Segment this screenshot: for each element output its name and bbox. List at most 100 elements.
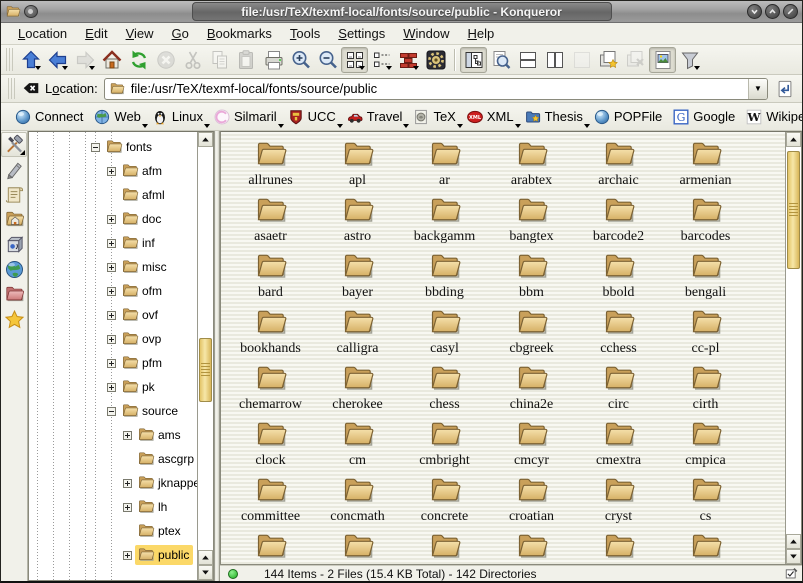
toolbar-handle[interactable] — [6, 48, 14, 71]
tree-item-ovp[interactable]: ovp — [29, 327, 197, 351]
tree-item-misc[interactable]: misc — [29, 255, 197, 279]
view-indicator-icon[interactable] — [785, 567, 798, 580]
menu-view[interactable]: View — [117, 24, 163, 43]
tree-item-fonts[interactable]: fonts — [29, 135, 197, 159]
sidebar-tab-home-folder[interactable] — [1, 207, 27, 232]
bookmark-silmaril[interactable]: Silmaril — [210, 105, 284, 129]
tree-item-jknappen[interactable]: jknappen — [29, 471, 197, 495]
close-tab-button[interactable] — [622, 47, 649, 73]
menu-settings[interactable]: Settings — [329, 24, 394, 43]
tree-scrollbar[interactable] — [197, 132, 213, 580]
folder-ar[interactable]: ar — [401, 138, 488, 194]
folder-bangtex[interactable]: bangtex — [488, 194, 575, 250]
folder-partial[interactable] — [314, 530, 401, 564]
tree-item-afml[interactable]: afml — [29, 183, 197, 207]
folder-concrete[interactable]: concrete — [401, 474, 488, 530]
minimize-button[interactable] — [747, 4, 762, 19]
multicolumn-view-mode-button[interactable] — [395, 47, 422, 73]
tree-item-public[interactable]: public — [29, 543, 197, 567]
folder-committee[interactable]: committee — [227, 474, 314, 530]
tree-item-lh[interactable]: lh — [29, 495, 197, 519]
home-button[interactable] — [98, 47, 125, 73]
tree-item-inf[interactable]: inf — [29, 231, 197, 255]
folder-astro[interactable]: astro — [314, 194, 401, 250]
folder-cmcyr[interactable]: cmcyr — [488, 418, 575, 474]
tree-item-ofm[interactable]: ofm — [29, 279, 197, 303]
sidebar-tab-bookmarks[interactable] — [1, 307, 27, 332]
sidebar-tab-root-folder[interactable] — [1, 282, 27, 307]
tree-item-ams[interactable]: ams — [29, 423, 197, 447]
scroll-up-button[interactable] — [198, 132, 213, 147]
find-file-button[interactable] — [487, 47, 514, 73]
folder-asaetr[interactable]: asaetr — [227, 194, 314, 250]
show-sidebar-button[interactable] — [460, 47, 487, 73]
folder-bayer[interactable]: bayer — [314, 250, 401, 306]
folder-arabtex[interactable]: arabtex — [488, 138, 575, 194]
tree-expander-icon[interactable] — [107, 383, 116, 392]
tree-expander-icon[interactable] — [107, 239, 116, 248]
folder-casyl[interactable]: casyl — [401, 306, 488, 362]
tree-expander-icon[interactable] — [107, 407, 116, 416]
tree-item-source[interactable]: source — [29, 399, 197, 423]
tree-expander-icon[interactable] — [107, 311, 116, 320]
folder-barcode2[interactable]: barcode2 — [575, 194, 662, 250]
menu-window[interactable]: Window — [394, 24, 458, 43]
location-dropdown-button[interactable]: ▼ — [748, 79, 767, 99]
tree-item-doc[interactable]: doc — [29, 207, 197, 231]
scroll-down-button[interactable] — [198, 565, 213, 580]
sidebar-tab-bookmarks-pen[interactable] — [1, 157, 27, 182]
scroll-up-button-bottom[interactable] — [786, 534, 801, 549]
location-field[interactable] — [105, 80, 748, 97]
menu-go[interactable]: Go — [163, 24, 198, 43]
icon-view-mode-button[interactable] — [341, 47, 368, 73]
folder-bbding[interactable]: bbding — [401, 250, 488, 306]
pin-button[interactable] — [24, 5, 38, 18]
paste-button[interactable] — [233, 47, 260, 73]
folder-chemarrow[interactable]: chemarrow — [227, 362, 314, 418]
copy-button[interactable] — [206, 47, 233, 73]
zoom-out-button[interactable] — [314, 47, 341, 73]
menu-help[interactable]: Help — [459, 24, 504, 43]
scroll-down-button[interactable] — [786, 549, 801, 564]
bookmark-popfile[interactable]: POPFile — [590, 105, 669, 129]
bookmark-ucc[interactable]: UCC — [284, 105, 343, 129]
maximize-button[interactable] — [765, 4, 780, 19]
folder-cchess[interactable]: cchess — [575, 306, 662, 362]
stop-button[interactable] — [152, 47, 179, 73]
forward-button[interactable] — [71, 47, 98, 73]
bookmark-google[interactable]: GGoogle — [669, 105, 742, 129]
remove-view-button[interactable] — [568, 47, 595, 73]
bookmark-tex[interactable]: TeX — [409, 105, 462, 129]
zoom-in-button[interactable] — [287, 47, 314, 73]
folder-bengali[interactable]: bengali — [662, 250, 749, 306]
bookmark-web[interactable]: Web — [90, 105, 148, 129]
folder-cm[interactable]: cm — [314, 418, 401, 474]
scroll-up-button[interactable] — [786, 132, 801, 147]
folder-partial[interactable] — [488, 530, 575, 564]
folder-barcodes[interactable]: barcodes — [662, 194, 749, 250]
bookmark-linux[interactable]: Linux — [148, 105, 210, 129]
folder-cmextra[interactable]: cmextra — [575, 418, 662, 474]
tree-expander-icon[interactable] — [107, 287, 116, 296]
up-button[interactable] — [17, 47, 44, 73]
tree-expander-icon[interactable] — [91, 143, 100, 152]
clear-location-button[interactable] — [19, 76, 43, 102]
scrollbar-thumb[interactable] — [787, 151, 800, 269]
tree-expander-icon[interactable] — [123, 503, 132, 512]
sidebar-tab-services[interactable] — [1, 232, 27, 257]
folder-bbold[interactable]: bbold — [575, 250, 662, 306]
folder-concmath[interactable]: concmath — [314, 474, 401, 530]
go-button[interactable] — [772, 76, 798, 102]
folder-cryst[interactable]: cryst — [575, 474, 662, 530]
tree-expander-icon[interactable] — [123, 431, 132, 440]
sidebar-tab-history[interactable] — [1, 182, 27, 207]
folder-cc-pl[interactable]: cc-pl — [662, 306, 749, 362]
folder-cbgreek[interactable]: cbgreek — [488, 306, 575, 362]
new-tab-button[interactable] — [595, 47, 622, 73]
tree-expander-icon[interactable] — [107, 359, 116, 368]
folder-archaic[interactable]: archaic — [575, 138, 662, 194]
print-button[interactable] — [260, 47, 287, 73]
embedded-viewer-button[interactable] — [422, 47, 449, 73]
folder-partial[interactable] — [401, 530, 488, 564]
scrollbar-thumb[interactable] — [199, 338, 212, 402]
